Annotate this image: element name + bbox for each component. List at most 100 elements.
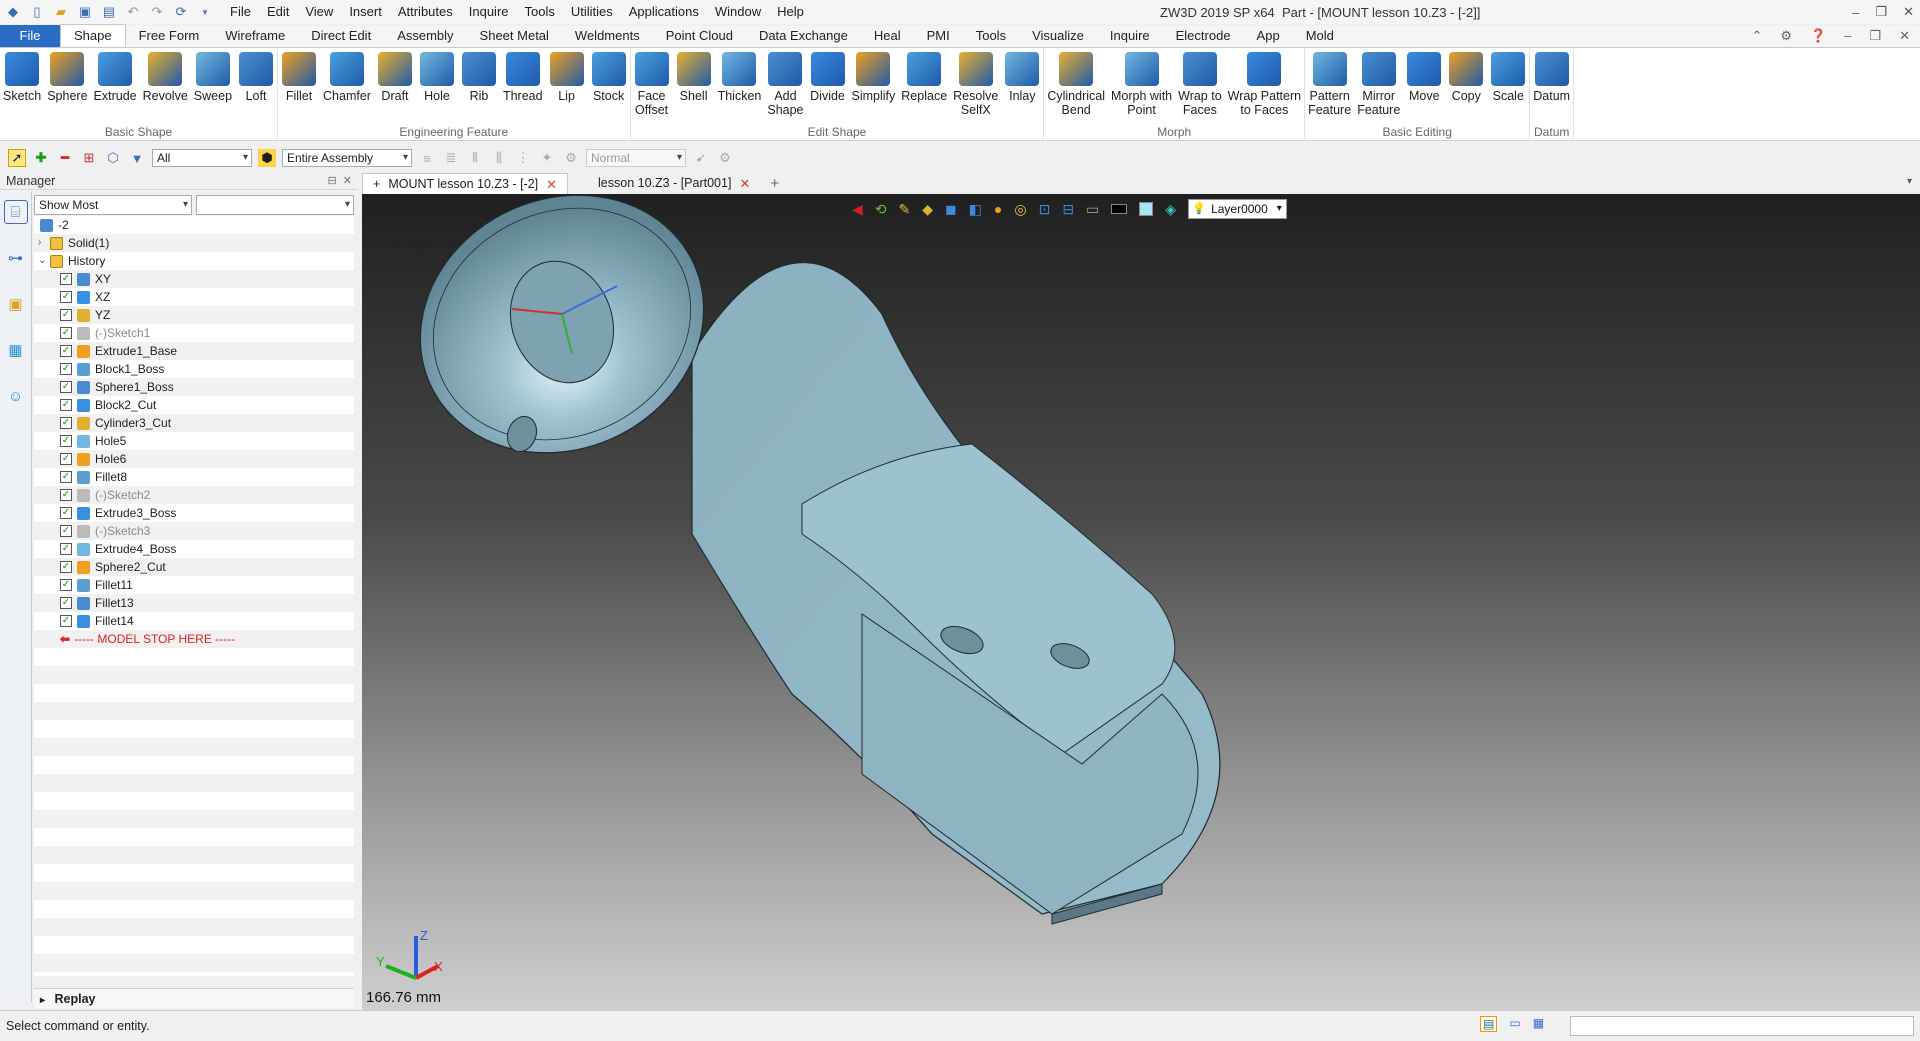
model-stop-marker[interactable]: ⬅ ----- MODEL STOP HERE ----- [34,630,354,648]
undo-icon[interactable]: ↶ [124,3,142,21]
shape-filter-icon[interactable]: ⬡ [104,149,122,167]
remove-icon[interactable]: ━ [56,149,74,167]
menu-window[interactable]: Window [707,0,769,24]
tab-file[interactable]: File [0,25,60,47]
image-library-icon[interactable]: ▦ [4,338,28,362]
mode-combo[interactable]: Normal [586,149,686,167]
suppress-checkbox[interactable]: ✓ [60,399,72,411]
tab-wireframe[interactable]: Wireframe [212,25,298,47]
suppress-checkbox[interactable]: ✓ [60,543,72,555]
history-item[interactable]: ✓ Sphere1_Boss [34,378,354,396]
cursor-icon[interactable]: ➹ [692,149,710,167]
menu-view[interactable]: View [297,0,341,24]
suppress-checkbox[interactable]: ✓ [60,291,72,303]
snap2-icon[interactable]: ≣ [442,149,460,167]
help-icon[interactable]: ❓ [1810,28,1826,44]
history-item[interactable]: ✓ Block2_Cut [34,396,354,414]
suppress-checkbox[interactable]: ✓ [60,417,72,429]
manager-toggle-icon[interactable]: ▤ [1480,1016,1498,1032]
tab-point-cloud[interactable]: Point Cloud [653,25,746,47]
assembly-manager-icon[interactable]: ⊶ [4,246,28,270]
history-item[interactable]: ✓ Cylinder3_Cut [34,414,354,432]
menu-inquire[interactable]: Inquire [461,0,517,24]
menu-attributes[interactable]: Attributes [390,0,461,24]
history-item[interactable]: ✓ YZ [34,306,354,324]
show-filter-combo[interactable]: Show Most [34,195,192,215]
history-item[interactable]: ✓ Extrude3_Boss [34,504,354,522]
pin-icon[interactable]: ✦ [538,149,556,167]
suppress-checkbox[interactable]: ✓ [60,507,72,519]
filter-combo[interactable]: All [152,149,252,167]
doc-tab-mount[interactable]: + MOUNT lesson 10.Z3 - [-2] ✕ [362,173,569,194]
tab-direct-edit[interactable]: Direct Edit [298,25,384,47]
replay-section[interactable]: ▸ Replay [34,988,354,1008]
close-icon[interactable]: ✕ [1899,28,1910,44]
restore-icon[interactable]: ❐ [1875,4,1887,20]
tab-pmi[interactable]: PMI [914,25,963,47]
tab-inquire[interactable]: Inquire [1097,25,1163,47]
suppress-checkbox[interactable]: ✓ [60,435,72,447]
history-item[interactable]: ✓ Fillet11 [34,576,354,594]
part-library-icon[interactable]: ▣ [4,292,28,316]
menu-help[interactable]: Help [769,0,812,24]
history-item[interactable]: ✓ XZ [34,288,354,306]
history-item[interactable]: ✓ Fillet14 [34,612,354,630]
tree-history[interactable]: ⌄ History [34,252,354,270]
history-item[interactable]: ✓ Block1_Boss [34,360,354,378]
redo-icon[interactable]: ↷ [148,3,166,21]
suppress-checkbox[interactable]: ✓ [60,471,72,483]
history-manager-icon[interactable]: ⌸ [3,200,28,224]
tab-tools[interactable]: Tools [963,25,1019,47]
doc-tab-part001[interactable]: lesson 10.Z3 - [Part001] ✕ [588,173,760,194]
suppress-checkbox[interactable]: ✓ [60,561,72,573]
tab-heal[interactable]: Heal [861,25,914,47]
snap-icon[interactable]: ≡ [418,149,436,167]
3d-viewport[interactable]: <right-click> for context-sensitive opti… [362,194,1920,1010]
suppress-checkbox[interactable]: ✓ [60,525,72,537]
history-item[interactable]: ✓ Hole6 [34,450,354,468]
history-item[interactable]: ✓ Fillet8 [34,468,354,486]
align-icon[interactable]: ⫴ [466,149,484,167]
tree-solid[interactable]: › Solid(1) [34,234,354,252]
suppress-checkbox[interactable]: ✓ [60,489,72,501]
pin-icon[interactable]: ⊟ [327,175,336,187]
suppress-checkbox[interactable]: ✓ [60,309,72,321]
user-icon[interactable]: ☺ [4,384,28,408]
regen-icon[interactable]: ⟳ [172,3,190,21]
suppress-checkbox[interactable]: ✓ [60,453,72,465]
menu-insert[interactable]: Insert [341,0,390,24]
mode-icon[interactable]: ⚙ [562,149,580,167]
open-file-icon[interactable]: ▰ [52,3,70,21]
collapse-ribbon-icon[interactable]: ⌃ [1751,28,1762,44]
new-file-icon[interactable]: ▯ [28,3,46,21]
tab-list-icon[interactable]: ▾ [1907,176,1912,187]
history-item[interactable]: ✓ (-)Sketch1 [34,324,354,342]
tab-visualize[interactable]: Visualize [1019,25,1097,47]
display-toggle-icon[interactable]: ▭ [1509,1016,1520,1032]
suppress-checkbox[interactable]: ✓ [60,327,72,339]
menu-utilities[interactable]: Utilities [563,0,621,24]
tab-electrode[interactable]: Electrode [1163,25,1244,47]
suppress-checkbox[interactable]: ✓ [60,363,72,375]
suppress-checkbox[interactable]: ✓ [60,579,72,591]
tab-data-exchange[interactable]: Data Exchange [746,25,861,47]
suppress-checkbox[interactable]: ✓ [60,615,72,627]
suppress-checkbox[interactable]: ✓ [60,597,72,609]
restore-icon[interactable]: ❐ [1869,28,1881,44]
window-toggle-icon[interactable]: ▦ [1533,1016,1544,1032]
tree-root[interactable]: -2 [34,216,354,234]
settings-icon[interactable]: ⚙ [1780,28,1792,44]
history-item[interactable]: ✓ Fillet13 [34,594,354,612]
tab-app[interactable]: App [1244,25,1293,47]
history-item[interactable]: ✓ Sphere2_Cut [34,558,354,576]
suppress-checkbox[interactable]: ✓ [60,345,72,357]
gear-icon[interactable]: ⚙ [716,149,734,167]
close-icon[interactable]: ✕ [343,175,352,187]
filter-icon[interactable]: ▼ [128,149,146,167]
history-item[interactable]: ✓ Hole5 [34,432,354,450]
history-item[interactable]: ✓ Extrude4_Boss [34,540,354,558]
add-icon[interactable]: ✚ [32,149,50,167]
history-item[interactable]: ✓ (-)Sketch2 [34,486,354,504]
app-logo-icon[interactable]: ◆ [4,3,22,21]
align3-icon[interactable]: ⋮ [514,149,532,167]
